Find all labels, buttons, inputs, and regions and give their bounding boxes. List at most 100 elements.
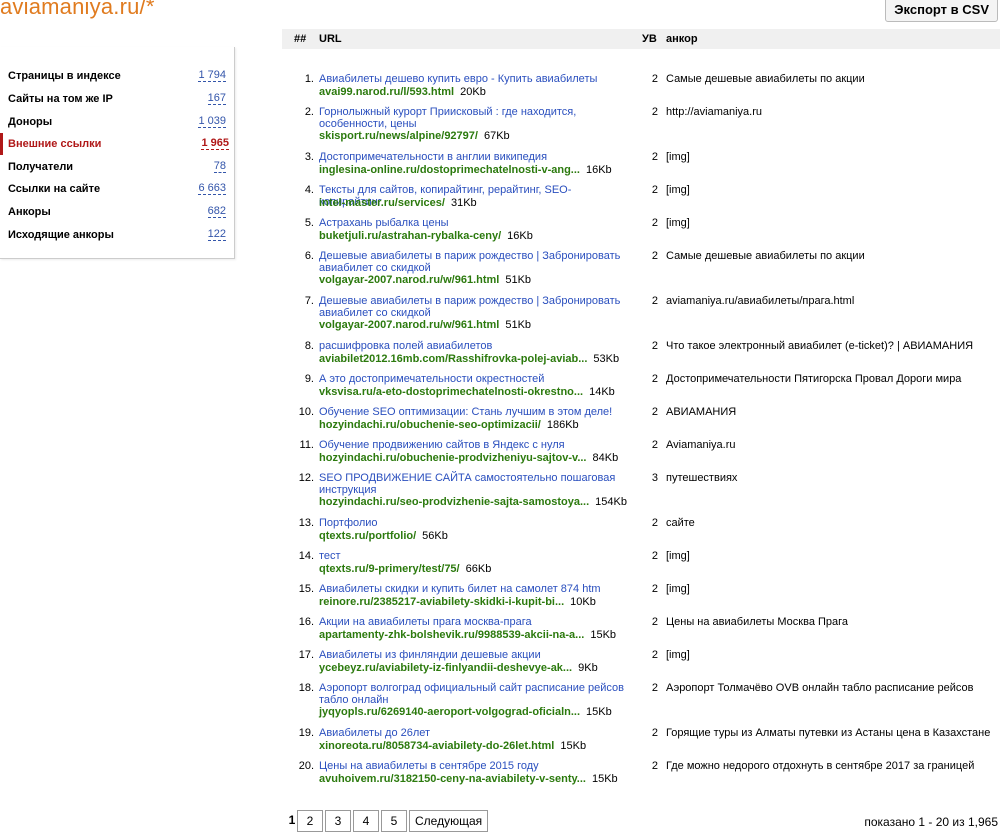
row-url[interactable]: reinore.ru/2385217-aviabilety-skidki-i-k…: [319, 596, 659, 609]
sidebar-item-count[interactable]: 78: [213, 160, 226, 173]
row-size: 14Kb: [589, 386, 615, 398]
row-title-link[interactable]: Авиабилеты из финляндии дешевые акции: [319, 649, 624, 661]
row-url[interactable]: intel-master.ru/services/31Kb: [319, 197, 659, 210]
row-title-link[interactable]: SEO ПРОДВИЖЕНИЕ САЙТА самостоятельно пош…: [319, 472, 624, 496]
row-title-link[interactable]: Аэропорт волгоград официальный сайт расп…: [319, 682, 624, 706]
row-title-link[interactable]: Астрахань рыбалка цены: [319, 217, 624, 229]
row-url[interactable]: avai99.narod.ru/l/593.html 20Kb: [319, 86, 659, 99]
row-title-link[interactable]: Обучение продвижению сайтов в Яндекс с н…: [319, 439, 624, 451]
row-url-text[interactable]: qtexts.ru/portfolio/: [319, 530, 416, 542]
row-title-link[interactable]: тест: [319, 550, 624, 562]
sidebar-item-count[interactable]: 1 965: [201, 137, 229, 150]
row-title-link[interactable]: Дешевые авиабилеты в париж рождество | З…: [319, 250, 624, 274]
row-url[interactable]: jyqyopls.ru/6269140-aeroport-volgograd-o…: [319, 706, 659, 719]
row-url[interactable]: inglesina-online.ru/dostoprimechatelnost…: [319, 164, 659, 177]
row-number: 16.: [298, 616, 314, 628]
row-url-text[interactable]: buketjuli.ru/astrahan-rybalka-ceny/: [319, 230, 501, 242]
row-title-link[interactable]: расшифровка полей авиабилетов: [319, 340, 624, 352]
sidebar-item-count[interactable]: 6 663: [198, 182, 226, 195]
sidebar-item-count[interactable]: 167: [207, 92, 226, 105]
row-title-link[interactable]: Акции на авиабилеты прага москва-прага: [319, 616, 624, 628]
row-title-link[interactable]: Портфолио: [319, 517, 624, 529]
row-url-text[interactable]: hozyindachi.ru/seo-prodvizhenie-sajta-sa…: [319, 496, 589, 508]
row-url-text[interactable]: xinoreota.ru/8058734-aviabilety-do-26let…: [319, 740, 554, 752]
row-title-link[interactable]: Горнолыжный курорт Прииcковый : где нахо…: [319, 106, 624, 130]
row-url[interactable]: aviabilet2012.16mb.com/Rasshifrovka-pole…: [319, 353, 659, 366]
row-title-link[interactable]: Авиабилеты до 26лет: [319, 727, 624, 739]
row-url[interactable]: hozyindachi.ru/obuchenie-seo-optimizacii…: [319, 419, 659, 432]
row-url[interactable]: volgayar-2007.narod.ru/w/961.html 51Kb: [319, 319, 659, 332]
row-url-text[interactable]: vksvisa.ru/a-eto-dostoprimechatelnosti-o…: [319, 386, 583, 398]
sidebar-item-count[interactable]: 1 039: [198, 115, 226, 128]
row-title-link[interactable]: Обучение SEO оптимизации: Стань лучшим в…: [319, 406, 624, 418]
row-size: 16Kb: [507, 230, 533, 242]
column-header-num: ##: [294, 33, 307, 45]
row-url[interactable]: avuhoivem.ru/3182150-ceny-na-aviabilety-…: [319, 773, 659, 786]
row-url-text[interactable]: jyqyopls.ru/6269140-aeroport-volgograd-o…: [319, 706, 580, 718]
row-url-text[interactable]: aviabilet2012.16mb.com/Rasshifrovka-pole…: [319, 353, 587, 365]
row-url[interactable]: qtexts.ru/9-primery/test/75/66Kb: [319, 563, 659, 576]
row-level: 2: [651, 517, 658, 529]
row-anchor: Аэропорт Толмачёво OVB онлайн табло расп…: [666, 682, 974, 694]
row-level: 2: [651, 73, 658, 85]
sidebar-item-donors[interactable]: Доноры 1 039: [0, 111, 234, 133]
row-anchor: АВИАМАНИЯ: [666, 406, 737, 418]
row-title-link[interactable]: Авиабилеты скидки и купить билет на само…: [319, 583, 624, 595]
row-size: 186Kb: [546, 419, 579, 431]
sidebar-item-external-links[interactable]: Внешние ссылки 1 965: [0, 133, 237, 155]
row-url[interactable]: hozyindachi.ru/obuchenie-prodvizheniyu-s…: [319, 452, 659, 465]
row-level: 2: [651, 406, 658, 418]
row-url[interactable]: buketjuli.ru/astrahan-rybalka-ceny/16Kb: [319, 230, 659, 243]
row-url[interactable]: xinoreota.ru/8058734-aviabilety-do-26let…: [319, 740, 659, 753]
sidebar-item-outgoing-anchors[interactable]: Исходящие анкоры 122: [0, 224, 234, 246]
sidebar-item-anchors[interactable]: Анкоры 682: [0, 201, 234, 223]
sidebar-item-site-links[interactable]: Ссылки на сайте 6 663: [0, 178, 234, 200]
row-url-text[interactable]: reinore.ru/2385217-aviabilety-skidki-i-k…: [319, 596, 564, 608]
sidebar-item-count[interactable]: 1 794: [198, 69, 226, 82]
sidebar-item-label: Получатели: [8, 161, 74, 173]
row-url-text[interactable]: intel-master.ru/services/: [319, 197, 445, 209]
row-title-link[interactable]: А это достопримечательности окрестностей: [319, 373, 624, 385]
export-csv-button[interactable]: Экспорт в CSV: [885, 0, 998, 22]
site-title[interactable]: aviamaniya.ru/*: [0, 0, 155, 20]
row-level: 2: [651, 439, 658, 451]
row-url-text[interactable]: hozyindachi.ru/obuchenie-seo-optimizacii…: [319, 419, 541, 431]
row-url[interactable]: apartamenty-zhk-bolshevik.ru/9988539-akc…: [319, 629, 659, 642]
next-page-button[interactable]: Следующая: [409, 810, 489, 832]
row-size: 66Kb: [465, 563, 492, 575]
row-size: 67Kb: [483, 130, 510, 142]
row-url-text[interactable]: apartamenty-zhk-bolshevik.ru/9988539-akc…: [319, 629, 584, 641]
row-title-link[interactable]: Цены на авиабилеты в сентябре 2015 году: [319, 760, 624, 772]
sidebar-item-recipients[interactable]: Получатели 78: [0, 156, 234, 178]
row-url-text[interactable]: ycebeyz.ru/aviabilety-iz-finlyandii-desh…: [319, 662, 572, 674]
row-url[interactable]: vksvisa.ru/a-eto-dostoprimechatelnosti-o…: [319, 386, 659, 399]
row-size: 53Kb: [593, 353, 620, 365]
sidebar-item-count[interactable]: 682: [207, 205, 226, 218]
row-url-text[interactable]: qtexts.ru/9-primery/test/75/: [319, 563, 460, 575]
row-url-text[interactable]: volgayar-2007.narod.ru/w/961.html: [319, 274, 499, 286]
row-title-link[interactable]: Достопримечательности в англии википедия: [319, 151, 624, 163]
page-2-button[interactable]: 2: [297, 810, 323, 832]
sidebar-item-count[interactable]: 122: [207, 228, 226, 241]
row-url[interactable]: ycebeyz.ru/aviabilety-iz-finlyandii-desh…: [319, 662, 659, 675]
row-url-text[interactable]: inglesina-online.ru/dostoprimechatelnost…: [319, 164, 580, 176]
row-title-link[interactable]: Авиабилеты дешево купить евро - Купить а…: [319, 73, 624, 85]
row-url-text[interactable]: avai99.narod.ru/l/593.html: [319, 86, 454, 98]
page-5-button[interactable]: 5: [381, 810, 407, 832]
row-url-text[interactable]: avuhoivem.ru/3182150-ceny-na-aviabilety-…: [319, 773, 586, 785]
row-number: 18.: [298, 682, 314, 694]
row-url-text[interactable]: volgayar-2007.narod.ru/w/961.html: [319, 319, 499, 331]
row-url[interactable]: hozyindachi.ru/seo-prodvizhenie-sajta-sa…: [319, 496, 659, 509]
row-anchor: Цены на авиабилеты Москва Прага: [666, 616, 849, 628]
row-url[interactable]: skisport.ru/news/alpine/92797/67Kb: [319, 130, 659, 143]
page-4-button[interactable]: 4: [353, 810, 379, 832]
row-url-text[interactable]: hozyindachi.ru/obuchenie-prodvizheniyu-s…: [319, 452, 587, 464]
sidebar-item-same-ip[interactable]: Сайты на том же IP 167: [0, 88, 234, 110]
row-url-text[interactable]: skisport.ru/news/alpine/92797/: [319, 130, 478, 142]
row-url[interactable]: qtexts.ru/portfolio/56Kb: [319, 530, 659, 543]
row-url[interactable]: volgayar-2007.narod.ru/w/961.html 51Kb: [319, 274, 659, 287]
row-title-link[interactable]: Дешевые авиабилеты в париж рождество | З…: [319, 295, 624, 319]
sidebar-item-label: Сайты на том же IP: [8, 93, 113, 105]
sidebar-item-indexed-pages[interactable]: Страницы в индексе 1 794: [0, 65, 234, 87]
page-3-button[interactable]: 3: [325, 810, 351, 832]
